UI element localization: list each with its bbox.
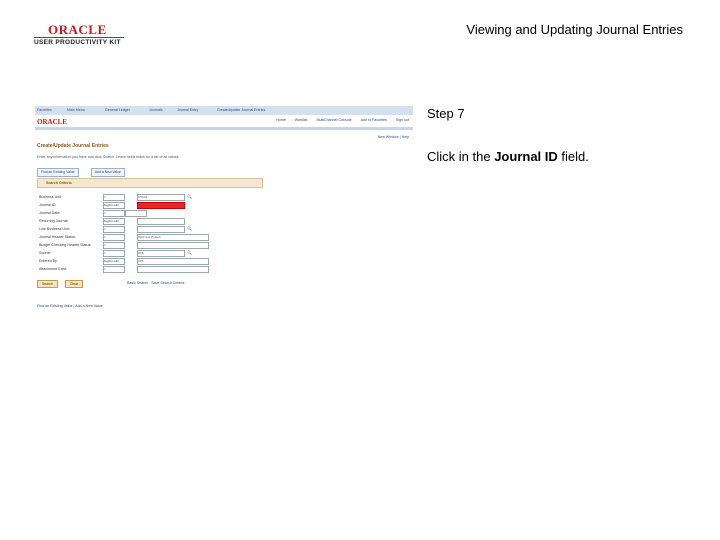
logo-product: USER PRODUCTIVITY KIT xyxy=(34,39,121,46)
search-button[interactable]: Search xyxy=(37,280,58,288)
operator-select[interactable]: begins with xyxy=(103,258,125,265)
link-multichannel[interactable]: MultiChannel Console xyxy=(316,118,351,122)
embedded-screenshot: Favorites Main Menu General Ledger Journ… xyxy=(35,106,413,314)
recurring-input[interactable] xyxy=(137,218,185,225)
journal-date-input[interactable] xyxy=(125,210,147,217)
field-label: Journal Header Status: xyxy=(39,235,76,239)
field-label: Line Business Unit: xyxy=(39,227,70,231)
breadcrumb-item[interactable]: Journal Entry xyxy=(177,108,198,112)
page-title: Create/Update Journal Entries xyxy=(37,143,109,149)
operator-select[interactable]: = xyxy=(103,234,125,241)
lookup-icon[interactable]: 🔍 xyxy=(187,194,192,199)
tab-add-new[interactable]: Add a New Value xyxy=(91,168,125,177)
clear-button[interactable]: Clear xyxy=(65,280,84,288)
budget-status-select[interactable] xyxy=(137,242,209,249)
attachment-select[interactable] xyxy=(137,266,209,273)
search-options: Basic Search Save Search Criteria xyxy=(127,281,184,285)
field-label: Journal Date: xyxy=(39,211,61,215)
breadcrumb-item[interactable]: Create/Update Journal Entries xyxy=(217,108,265,112)
field-label: Attachment Exist: xyxy=(39,267,67,271)
lookup-icon[interactable]: 🔍 xyxy=(187,226,192,231)
step-label: Step 7 xyxy=(427,106,465,121)
page-subtitle: Enter any information you have and click… xyxy=(37,155,180,159)
operator-select[interactable]: = xyxy=(103,250,125,257)
business-unit-input[interactable]: US001 xyxy=(137,194,185,201)
source-input[interactable]: ONL xyxy=(137,250,185,257)
breadcrumb: Favorites Main Menu General Ledger Journ… xyxy=(35,106,413,115)
step-instruction: Click in the Journal ID field. xyxy=(427,149,589,164)
field-label: Budget Checking Header Status: xyxy=(39,243,92,247)
journal-id-input[interactable] xyxy=(137,202,185,209)
logo-rule xyxy=(34,37,124,38)
header-band xyxy=(35,127,413,130)
operator-select[interactable]: = xyxy=(103,194,125,201)
header-status-select[interactable]: Valid and Posted xyxy=(137,234,209,241)
criteria-heading: Search Criteria xyxy=(46,181,72,185)
operator-select[interactable]: begins with xyxy=(103,218,125,225)
line-bu-input[interactable] xyxy=(137,226,185,233)
field-label: Journal ID: xyxy=(39,203,57,207)
field-label: Source: xyxy=(39,251,52,255)
search-criteria-header[interactable]: Search Criteria xyxy=(37,178,263,188)
link-sign-out[interactable]: Sign out xyxy=(396,118,409,122)
document-title: Viewing and Updating Journal Entries xyxy=(466,22,683,37)
basic-search-link[interactable]: Basic Search xyxy=(127,281,148,285)
link-add-favorites[interactable]: Add to Favorites xyxy=(361,118,387,122)
footer-links[interactable]: Find an Existing Value | Add a New Value xyxy=(37,304,103,308)
operator-select[interactable]: begins with xyxy=(103,202,125,209)
breadcrumb-item[interactable]: Journals xyxy=(149,108,163,112)
logo-brand: ORACLE xyxy=(48,22,107,37)
instruction-prefix: Click in the xyxy=(427,149,495,164)
field-label: Recurring Journal: xyxy=(39,219,69,223)
breadcrumb-item[interactable]: Favorites xyxy=(37,108,52,112)
operator-select[interactable]: = xyxy=(103,226,125,233)
breadcrumb-item[interactable]: Main Menu xyxy=(67,108,85,112)
breadcrumb-item[interactable]: General Ledger xyxy=(105,108,130,112)
top-links: Home Worklist MultiChannel Console Add t… xyxy=(268,118,409,122)
ps-brand-logo: ORACLE xyxy=(37,118,67,126)
field-label: Entered By: xyxy=(39,259,58,263)
operator-select[interactable]: = xyxy=(103,242,125,249)
lookup-icon[interactable]: 🔍 xyxy=(187,250,192,255)
save-criteria-link[interactable]: Save Search Criteria xyxy=(151,281,184,285)
instruction-target: Journal ID xyxy=(494,149,558,164)
field-label: Business Unit: xyxy=(39,195,62,199)
new-window-link[interactable]: New Window | Help xyxy=(378,135,409,139)
entered-by-input[interactable]: VP1 xyxy=(137,258,209,265)
oracle-upk-logo: ORACLE USER PRODUCTIVITY KIT xyxy=(34,22,124,48)
link-worklist[interactable]: Worklist xyxy=(295,118,308,122)
tab-find-existing[interactable]: Find an Existing Value xyxy=(37,168,79,177)
operator-select[interactable]: = xyxy=(103,266,125,273)
operator-select[interactable]: = xyxy=(103,210,125,217)
instruction-suffix: field. xyxy=(557,149,589,164)
link-home[interactable]: Home xyxy=(276,118,286,122)
